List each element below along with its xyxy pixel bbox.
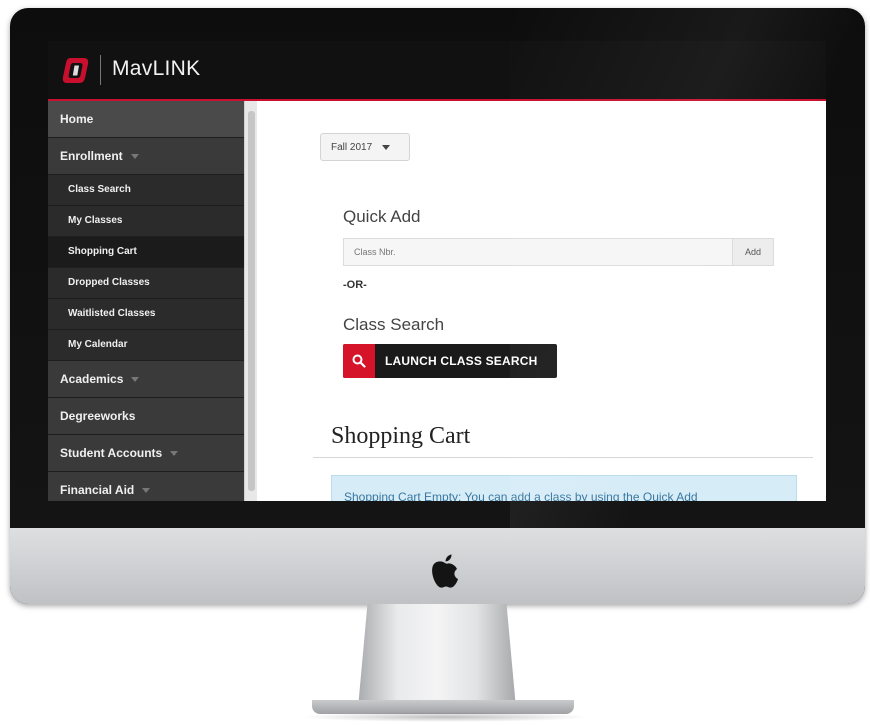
- shopping-cart-title: Shopping Cart: [331, 423, 471, 449]
- sidebar-item-label: Financial Aid: [60, 483, 135, 497]
- sidebar-item-degreeworks[interactable]: Degreeworks: [48, 398, 244, 435]
- monitor-chin: [10, 528, 865, 604]
- sidebar-item-label: My Calendar: [68, 339, 128, 350]
- sidebar: Home Enrollment Class Search My Classes Shop…: [48, 101, 244, 501]
- screen: MavLINK Home Enrollment Class Search My Cla…: [48, 41, 826, 501]
- sidebar-item-label: Academics: [60, 372, 124, 386]
- sidebar-item-my-calendar[interactable]: My Calendar: [48, 330, 244, 361]
- main-content: Fall 2017 Quick Add Add -OR- Class Searc…: [257, 101, 826, 501]
- logo-divider: [100, 55, 101, 85]
- scrollbar-thumb[interactable]: [248, 111, 255, 491]
- app-title: MavLINK: [112, 57, 201, 80]
- chevron-down-icon: [170, 451, 179, 457]
- sidebar-item-label: Enrollment: [60, 149, 123, 163]
- launch-class-search-button[interactable]: LAUNCH CLASS SEARCH: [343, 344, 557, 378]
- sidebar-item-dropped-classes[interactable]: Dropped Classes: [48, 268, 244, 299]
- chevron-down-icon: [131, 377, 140, 383]
- monitor-stand: [358, 604, 516, 708]
- sidebar-nav: Home Enrollment Class Search My Classes Shop…: [48, 101, 244, 501]
- sidebar-item-my-classes[interactable]: My Classes: [48, 206, 244, 237]
- sidebar-item-waitlisted-classes[interactable]: Waitlisted Classes: [48, 299, 244, 330]
- apple-logo-icon: [432, 554, 458, 588]
- university-o-logo-icon[interactable]: [62, 56, 90, 84]
- sidebar-item-enrollment[interactable]: Enrollment: [48, 138, 244, 175]
- term-select-value: Fall 2017: [331, 142, 373, 153]
- sidebar-item-home[interactable]: Home: [48, 101, 244, 138]
- sidebar-item-label: Waitlisted Classes: [68, 308, 156, 319]
- sidebar-item-financial-aid[interactable]: Financial Aid: [48, 472, 244, 501]
- add-button[interactable]: Add: [732, 238, 774, 266]
- empty-cart-alert: Shopping Cart Empty: You can add a class…: [331, 475, 797, 501]
- class-number-input[interactable]: [343, 238, 733, 266]
- sidebar-item-class-search[interactable]: Class Search: [48, 175, 244, 206]
- sidebar-scrollbar[interactable]: [244, 101, 258, 501]
- section-divider: [313, 457, 813, 458]
- header-bar: MavLINK: [48, 41, 826, 101]
- sidebar-item-label: My Classes: [68, 215, 123, 226]
- sidebar-item-label: Dropped Classes: [68, 277, 150, 288]
- quick-add-title: Quick Add: [343, 207, 421, 226]
- search-icon: [343, 344, 375, 378]
- or-separator: -OR-: [343, 279, 367, 291]
- chevron-down-icon: [130, 154, 139, 160]
- sidebar-item-label: Student Accounts: [60, 446, 163, 460]
- chevron-down-icon: [382, 144, 391, 150]
- sidebar-item-label: Class Search: [68, 184, 131, 195]
- sidebar-item-label: Home: [60, 112, 94, 126]
- class-search-title: Class Search: [343, 315, 445, 334]
- sidebar-item-shopping-cart[interactable]: Shopping Cart: [48, 237, 244, 268]
- term-select[interactable]: Fall 2017: [320, 133, 410, 161]
- sidebar-item-academics[interactable]: Academics: [48, 361, 244, 398]
- sidebar-item-student-accounts[interactable]: Student Accounts: [48, 435, 244, 472]
- chevron-down-icon: [142, 488, 151, 494]
- launch-class-search-label: LAUNCH CLASS SEARCH: [385, 354, 538, 368]
- imac-monitor: MavLINK Home Enrollment Class Search My Cla…: [10, 8, 865, 604]
- sidebar-item-label: Shopping Cart: [68, 246, 137, 257]
- stand-shadow: [300, 712, 590, 722]
- sidebar-item-label: Degreeworks: [60, 409, 136, 423]
